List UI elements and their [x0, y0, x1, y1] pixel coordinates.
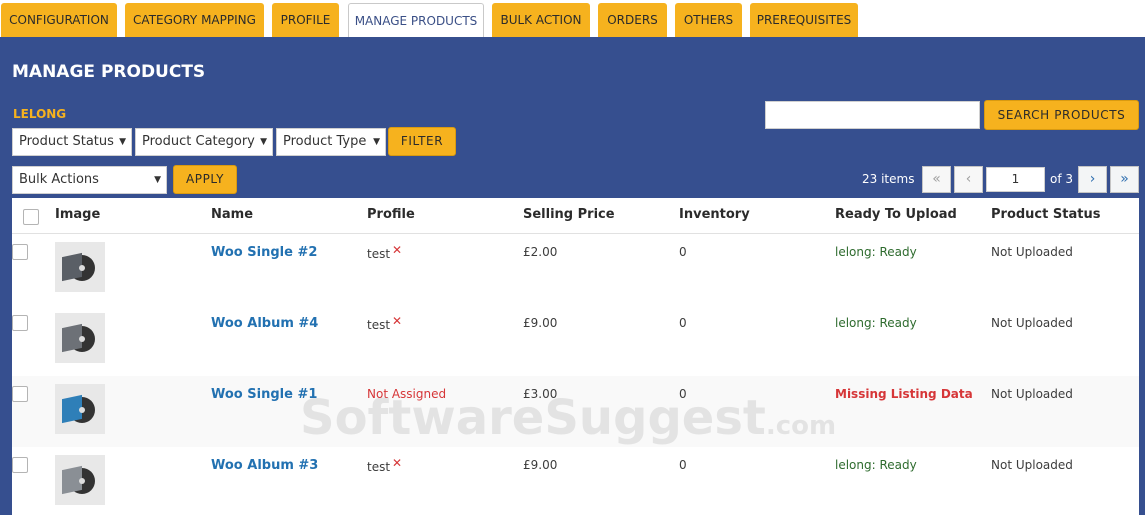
product-category-value: Product Category: [142, 134, 255, 149]
table-row: Woo Album #4 test ✕ £9.00 0 lelong: Ready…: [12, 305, 1139, 376]
product-type-select[interactable]: Product Type ▼: [276, 128, 386, 156]
apply-button[interactable]: APPLY: [173, 165, 237, 194]
select-all-checkbox[interactable]: [23, 209, 39, 225]
chevron-down-icon: ▼: [260, 137, 267, 147]
table-row: Woo Album #3 test ✕ £9.00 0 lelong: Ready…: [12, 447, 1139, 515]
row-checkbox[interactable]: [12, 457, 28, 473]
table-row: Woo Single #2 test ✕ £2.00 0 lelong: Read…: [12, 234, 1139, 305]
search-products-button[interactable]: SEARCH PRODUCTS: [984, 100, 1139, 130]
tab-bulk-action[interactable]: BULK ACTION: [492, 3, 590, 37]
inventory: 0: [679, 316, 687, 330]
tab-configuration[interactable]: CONFIGURATION: [1, 3, 117, 37]
header-selling-price[interactable]: Selling Price: [523, 207, 615, 222]
ready-to-upload: lelong: Ready: [835, 458, 917, 472]
product-status: Not Uploaded: [991, 245, 1073, 259]
remove-profile-icon[interactable]: ✕: [392, 243, 402, 257]
search-input[interactable]: [765, 101, 980, 129]
disc-center: [79, 407, 85, 413]
tab-prerequisites[interactable]: PREREQUISITES: [750, 3, 858, 37]
row-checkbox[interactable]: [12, 315, 28, 331]
profile-value: test: [367, 247, 391, 261]
remove-profile-icon[interactable]: ✕: [392, 314, 402, 328]
disc-center: [79, 336, 85, 342]
row-checkbox[interactable]: [12, 386, 28, 402]
product-thumbnail[interactable]: [55, 242, 105, 292]
ready-to-upload-error: Missing Listing Data: [835, 387, 973, 401]
tab-orders[interactable]: ORDERS: [598, 3, 667, 37]
remove-profile-icon[interactable]: ✕: [392, 456, 402, 470]
disc-center: [79, 265, 85, 271]
product-category-select[interactable]: Product Category ▼: [135, 128, 273, 156]
total-pages: of 3: [1050, 172, 1074, 186]
selling-price: £2.00: [523, 245, 558, 259]
inventory: 0: [679, 458, 687, 472]
shop-label: LELONG: [13, 107, 67, 121]
profile-value: test: [367, 318, 391, 332]
prev-page-button[interactable]: ‹: [954, 166, 983, 193]
selling-price: £9.00: [523, 316, 558, 330]
current-page-input[interactable]: 1: [986, 167, 1045, 192]
first-page-button[interactable]: «: [922, 166, 951, 193]
filter-button[interactable]: FILTER: [388, 127, 456, 156]
row-checkbox[interactable]: [12, 244, 28, 260]
selling-price: £9.00: [523, 458, 558, 472]
header-name[interactable]: Name: [211, 207, 253, 222]
disc-center: [79, 478, 85, 484]
last-page-button[interactable]: »: [1110, 166, 1139, 193]
profile-not-assigned: Not Assigned: [367, 387, 447, 401]
products-table: Image Name Profile Selling Price Invento…: [12, 198, 1139, 515]
header-image[interactable]: Image: [55, 207, 100, 222]
profile-value: test: [367, 460, 391, 474]
table-row: Woo Single #1 Not Assigned £3.00 0 Missi…: [12, 376, 1139, 447]
bulk-actions-value: Bulk Actions: [19, 172, 99, 187]
tab-manage-products[interactable]: MANAGE PRODUCTS: [348, 3, 484, 38]
product-name-link[interactable]: Woo Album #3: [211, 458, 318, 473]
ready-to-upload: lelong: Ready: [835, 316, 917, 330]
product-status-select[interactable]: Product Status ▼: [12, 128, 132, 156]
product-thumbnail[interactable]: [55, 455, 105, 505]
product-name-link[interactable]: Woo Single #2: [211, 245, 317, 260]
product-name-link[interactable]: Woo Album #4: [211, 316, 318, 331]
tab-others[interactable]: OTHERS: [675, 3, 742, 37]
profile-cell: test ✕: [367, 243, 402, 261]
items-count: 23 items: [862, 172, 915, 186]
page-title: MANAGE PRODUCTS: [12, 62, 206, 82]
header-inventory[interactable]: Inventory: [679, 207, 750, 222]
header-profile[interactable]: Profile: [367, 207, 415, 222]
product-status: Not Uploaded: [991, 316, 1073, 330]
tab-bar: CONFIGURATION CATEGORY MAPPING PROFILE M…: [0, 0, 1145, 38]
profile-cell: test ✕: [367, 456, 402, 474]
product-status: Not Uploaded: [991, 458, 1073, 472]
table-header: Image Name Profile Selling Price Invento…: [12, 198, 1139, 234]
bulk-actions-select[interactable]: Bulk Actions ▼: [12, 166, 167, 194]
product-name-link[interactable]: Woo Single #1: [211, 387, 317, 402]
profile-cell: test ✕: [367, 314, 402, 332]
selling-price: £3.00: [523, 387, 558, 401]
chevron-down-icon: ▼: [119, 137, 126, 147]
chevron-down-icon: ▼: [373, 137, 380, 147]
chevron-down-icon: ▼: [154, 175, 161, 185]
header-ready-to-upload[interactable]: Ready To Upload: [835, 207, 957, 222]
tab-category-mapping[interactable]: CATEGORY MAPPING: [125, 3, 264, 37]
product-status: Not Uploaded: [991, 387, 1073, 401]
product-status-value: Product Status: [19, 134, 114, 149]
header-product-status[interactable]: Product Status: [991, 207, 1100, 222]
tab-profile[interactable]: PROFILE: [272, 3, 339, 37]
product-thumbnail[interactable]: [55, 384, 105, 434]
product-thumbnail[interactable]: [55, 313, 105, 363]
inventory: 0: [679, 245, 687, 259]
product-type-value: Product Type: [283, 134, 367, 149]
ready-to-upload: lelong: Ready: [835, 245, 917, 259]
next-page-button[interactable]: ›: [1078, 166, 1107, 193]
inventory: 0: [679, 387, 687, 401]
